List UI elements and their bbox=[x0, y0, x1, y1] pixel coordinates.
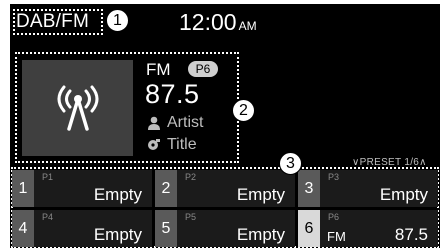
clock: 12:00 AM bbox=[179, 9, 257, 36]
radio-screen: DAB/FM 12:00 AM FM P6 87.5 Artist Title … bbox=[10, 4, 440, 248]
preset-list: 1 P1 Empty 2 P2 Empty 3 P3 Empty 4 P4 Em… bbox=[12, 170, 440, 248]
preset-badge: P6 bbox=[188, 61, 218, 77]
preset-4[interactable]: 4 P4 Empty bbox=[12, 210, 152, 247]
preset-number: 1 bbox=[12, 170, 34, 207]
preset-band: FM bbox=[327, 229, 346, 244]
song-title-icon bbox=[148, 139, 160, 150]
station-frequency: 87.5 bbox=[145, 79, 200, 109]
preset-number: 2 bbox=[155, 170, 177, 207]
preset-number: 6 bbox=[298, 210, 320, 247]
preset-value: Empty bbox=[236, 185, 285, 204]
person-icon bbox=[148, 116, 160, 130]
source-highlight bbox=[13, 9, 103, 35]
radio-antenna-icon bbox=[57, 85, 99, 131]
clock-ampm: AM bbox=[238, 19, 257, 33]
preset-label: P5 bbox=[185, 212, 197, 222]
preset-6[interactable]: 6 P6 FM 87.5 bbox=[298, 210, 438, 247]
station-band: FM bbox=[146, 60, 171, 79]
preset-label: P4 bbox=[42, 212, 54, 222]
preset-3[interactable]: 3 P3 Empty bbox=[298, 170, 438, 207]
callout-3: 3 bbox=[279, 152, 302, 175]
preset-number: 4 bbox=[12, 210, 34, 247]
station-art bbox=[22, 60, 133, 156]
preset-value: Empty bbox=[93, 225, 142, 244]
preset-label: P6 bbox=[328, 212, 340, 222]
preset-label: P1 bbox=[42, 172, 54, 182]
callout-1: 1 bbox=[106, 9, 129, 32]
preset-number: 5 bbox=[155, 210, 177, 247]
preset-2[interactable]: 2 P2 Empty bbox=[155, 170, 295, 207]
clock-time: 12:00 bbox=[179, 9, 237, 35]
preset-label: P3 bbox=[328, 172, 340, 182]
preset-value: 87.5 bbox=[394, 225, 428, 244]
preset-number: 3 bbox=[298, 170, 320, 207]
preset-value: Empty bbox=[93, 185, 142, 204]
preset-value: Empty bbox=[236, 225, 285, 244]
title-text: Title bbox=[167, 136, 197, 153]
artist-text: Artist bbox=[167, 114, 204, 131]
preset-1[interactable]: 1 P1 Empty bbox=[12, 170, 152, 207]
preset-value: Empty bbox=[379, 185, 428, 204]
preset-5[interactable]: 5 P5 Empty bbox=[155, 210, 295, 247]
callout-2: 2 bbox=[232, 99, 255, 122]
preset-label: P2 bbox=[185, 172, 197, 182]
